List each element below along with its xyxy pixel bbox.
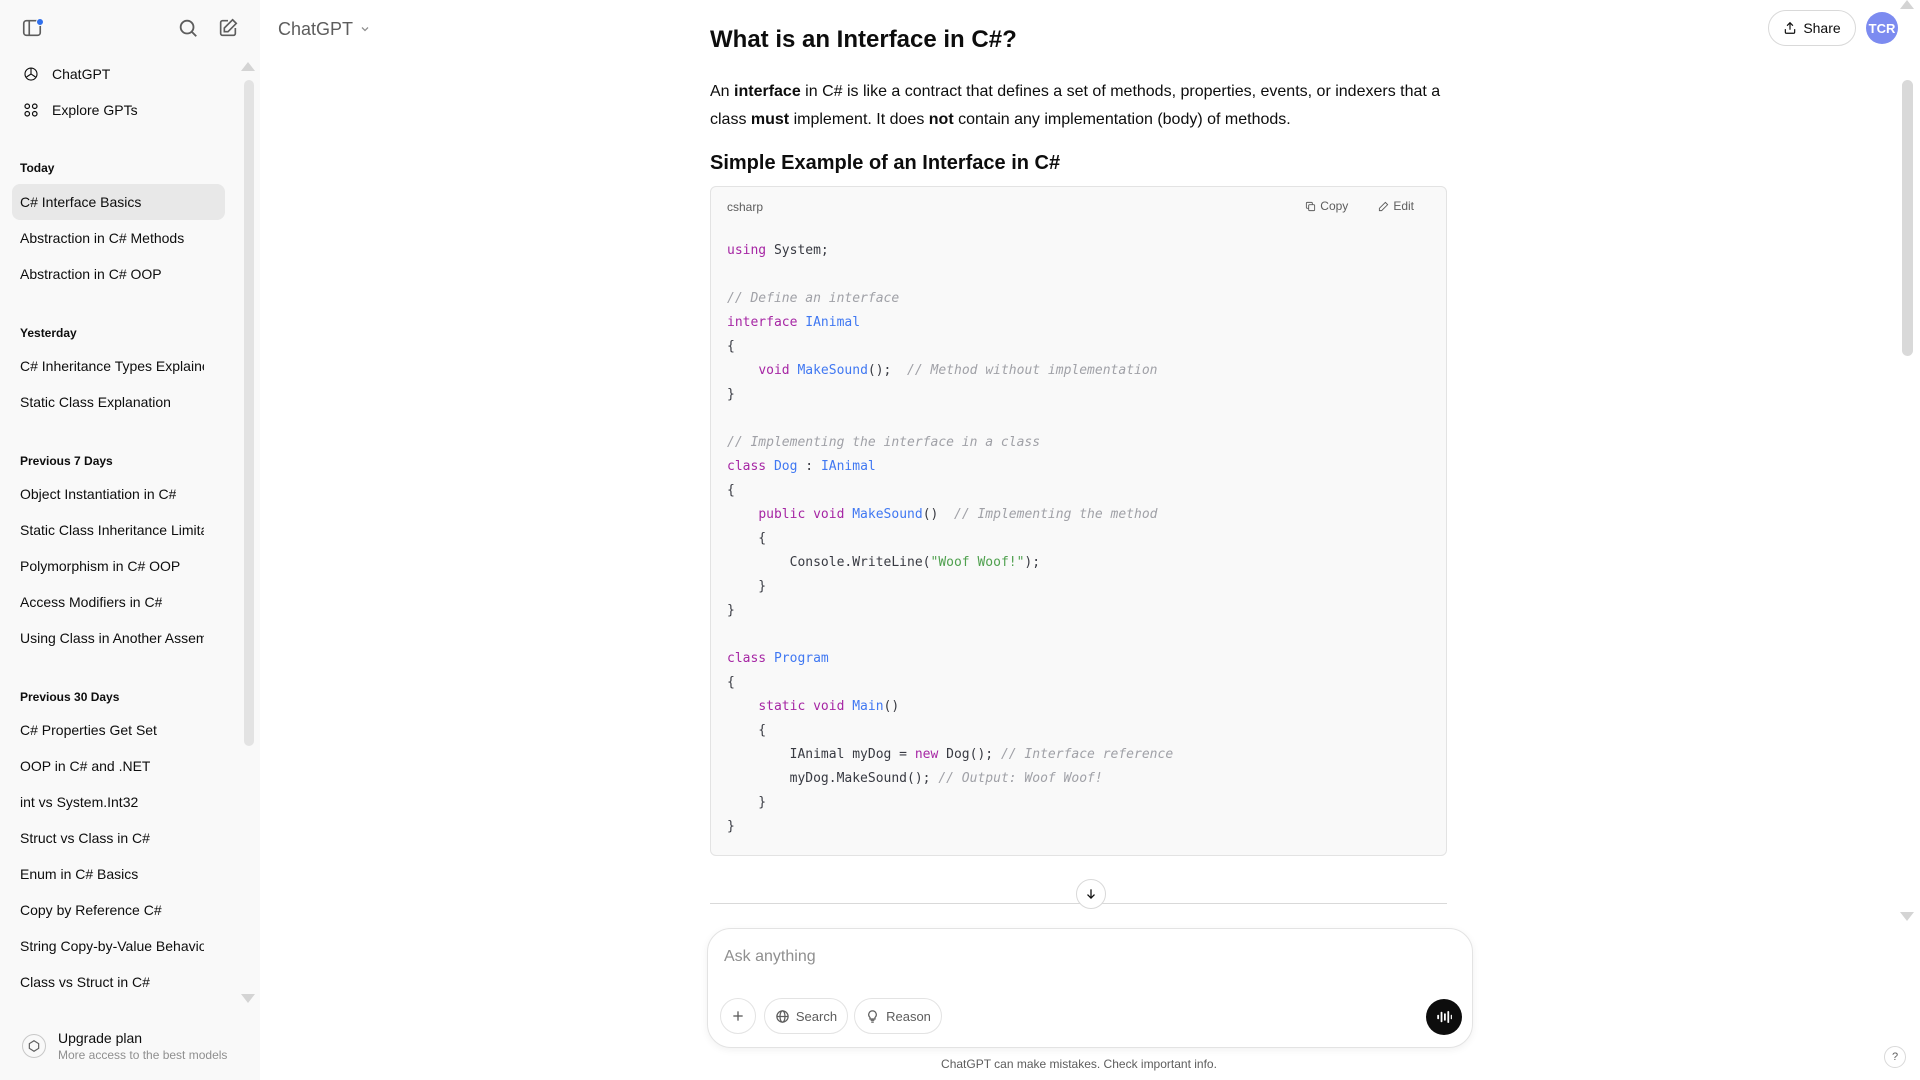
share-button[interactable]: Share [1768, 10, 1856, 46]
chat-item-label: Using Class in Another Assembly [20, 630, 204, 646]
message-subheading: Simple Example of an Interface in C# [710, 152, 1061, 174]
group-title-yesterday: Yesterday [20, 326, 77, 340]
chat-item-label: String Copy-by-Value Behavior [20, 938, 204, 954]
openai-logo-icon [24, 67, 38, 81]
chat-item-label: C# Inheritance Types Explained [20, 358, 204, 374]
sidebar-scroll-down-arrow[interactable] [241, 994, 255, 1003]
sidebar-header [0, 0, 260, 56]
lightbulb-icon [868, 1009, 877, 1023]
attach-button[interactable] [720, 998, 756, 1034]
avatar[interactable]: TCR [1866, 12, 1898, 44]
code-block: csharp Copy Edit using System; // Define… [710, 186, 1447, 856]
chat-item-label: Struct vs Class in C# [20, 830, 150, 846]
chat-item[interactable]: C# Interface Basics [12, 184, 225, 220]
sidebar-scroll-up-arrow[interactable] [241, 62, 255, 71]
sidebar-item-label: ChatGPT [52, 66, 111, 82]
waveform-icon [1437, 1011, 1452, 1023]
grid-icon [24, 103, 38, 117]
chat-item-label: Access Modifiers in C# [20, 594, 163, 610]
assistant-message: What is an Interface in C#? An interface… [710, 26, 1446, 180]
chat-item[interactable]: Class vs Struct in C# [12, 964, 225, 1000]
chat-item[interactable]: Struct vs Class in C# [12, 820, 225, 856]
message-paragraph: An interface in C# is like a contract th… [710, 83, 1441, 128]
chat-history: ChatGPT Explore GPTs Today C# Interface … [0, 56, 250, 1008]
chat-item-label: Polymorphism in C# OOP [20, 558, 181, 574]
upgrade-icon [22, 1034, 46, 1058]
share-icon [1785, 21, 1796, 34]
chevron-down-icon [361, 27, 369, 32]
group-title-previous-30-days: Previous 30 Days [20, 690, 120, 704]
chat-item-label: Static Class Explanation [20, 394, 171, 410]
notification-dot [36, 18, 44, 26]
group-title-previous-7-days: Previous 7 Days [20, 454, 113, 468]
main-scrollbar[interactable] [1902, 80, 1913, 356]
reason-toggle-button[interactable]: Reason [854, 998, 942, 1034]
group-title-today: Today [20, 161, 55, 175]
prompt-input[interactable] [724, 943, 1424, 971]
reason-label: Reason [886, 1008, 931, 1024]
help-button[interactable]: ? [1884, 1046, 1906, 1068]
search-label: Search [795, 1008, 838, 1024]
model-selector[interactable]: ChatGPT [278, 14, 371, 44]
chat-item-label: Enum in C# Basics [20, 866, 139, 882]
chat-item-label: Abstraction in C# Methods [20, 230, 185, 246]
code-block-header: csharp Copy Edit [711, 187, 1446, 227]
chat-item-label: Abstraction in C# OOP [20, 266, 162, 282]
chat-item[interactable]: Using Class in Another Assembly [12, 620, 225, 656]
chat-item[interactable]: String Copy-by-Value Behavior [12, 928, 225, 964]
search-icon [179, 19, 197, 37]
sidebar: ChatGPT Explore GPTs Today C# Interface … [0, 0, 260, 1080]
chat-item[interactable]: Abstraction in C# OOP [12, 256, 225, 292]
chat-item[interactable]: C# Properties Get Set [12, 712, 225, 748]
main-scroll-up-arrow[interactable] [1900, 0, 1914, 9]
chat-item[interactable]: Object Instantiation in C# [12, 476, 225, 512]
chat-item[interactable]: Static Class Explanation [12, 384, 225, 420]
chat-item[interactable]: Enum in C# Basics [12, 856, 225, 892]
code-language: csharp [727, 200, 764, 214]
chat-item-label: Static Class Inheritance Limitations [20, 522, 204, 538]
sidebar-item-chatgpt[interactable]: ChatGPT [12, 56, 224, 92]
chat-item-label: int vs System.Int32 [20, 794, 139, 810]
chat-item[interactable]: Copy by Reference C# [12, 892, 225, 928]
model-name: ChatGPT [278, 18, 354, 39]
chat-item[interactable]: C# Inheritance Types Explained [12, 348, 225, 384]
chat-item[interactable]: OOP in C# and .NET [12, 748, 225, 784]
chat-item-label: Copy by Reference C# [20, 902, 162, 918]
upgrade-title: Upgrade plan [58, 1030, 143, 1046]
scroll-to-bottom-button[interactable] [1076, 879, 1106, 909]
message-heading: What is an Interface in C#? [710, 26, 1017, 53]
sidebar-item-label: Explore GPTs [52, 102, 138, 118]
new-chat-icon [219, 18, 238, 37]
search-toggle-button[interactable]: Search [764, 998, 848, 1034]
code-content: using System; // Define an interface int… [727, 243, 1174, 834]
share-label: Share [1803, 20, 1841, 36]
sidebar-item-explore-gpts[interactable]: Explore GPTs [12, 92, 224, 128]
globe-icon [776, 1009, 789, 1023]
main-scroll-down-arrow[interactable] [1900, 912, 1914, 921]
disclaimer-text: ChatGPT can make mistakes. Check importa… [941, 1057, 1217, 1071]
search-chats-button[interactable] [170, 10, 206, 46]
chat-item-label: C# Interface Basics [20, 194, 142, 210]
composer: Search Reason [707, 928, 1473, 1048]
chat-item[interactable]: Abstraction in C# Methods [12, 220, 225, 256]
arrow-down-icon [1087, 889, 1095, 899]
chat-item[interactable]: int vs System.Int32 [12, 784, 225, 820]
chat-item[interactable]: Polymorphism in C# OOP [12, 548, 225, 584]
edit-code-button[interactable]: Edit [1378, 199, 1414, 213]
plus-icon [733, 1011, 743, 1021]
chat-item-label: Object Instantiation in C# [20, 486, 177, 502]
copy-code-button[interactable]: Copy [1305, 199, 1348, 213]
chat-item-label: Class vs Struct in C# [20, 974, 150, 990]
chat-item-label: C# Properties Get Set [20, 722, 157, 738]
new-chat-button[interactable] [210, 10, 246, 46]
chat-item-label: OOP in C# and .NET [20, 758, 151, 774]
sidebar-toggle-button[interactable] [14, 10, 50, 46]
chat-item[interactable]: Static Class Inheritance Limitations [12, 512, 225, 548]
disclaimer-container: ChatGPT can make mistakes. Check importa… [0, 1057, 1920, 1071]
voice-mode-button[interactable] [1426, 999, 1462, 1035]
chat-item[interactable]: Access Modifiers in C# [12, 584, 225, 620]
copy-icon [1306, 201, 1316, 211]
sidebar-scrollbar[interactable] [244, 80, 254, 746]
pencil-icon [1379, 201, 1389, 211]
